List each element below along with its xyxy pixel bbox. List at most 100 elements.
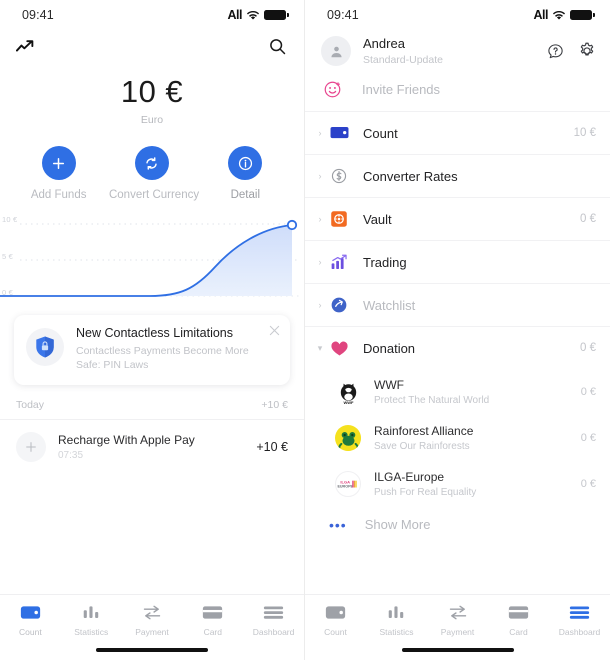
transactions-group-label: Today — [16, 399, 45, 412]
tab-dashboard[interactable]: Dashboard — [549, 603, 610, 637]
account-screen: 09:41 All 10 € Euro Add Funds Convert Cu… — [0, 0, 305, 660]
chart-endpoint-marker — [286, 219, 298, 231]
invite-friends-row[interactable]: Invite Friends — [305, 66, 610, 111]
avatar — [321, 36, 351, 66]
card-icon — [488, 603, 549, 621]
wallet-icon — [305, 603, 366, 621]
donation-name: WWF — [374, 378, 404, 392]
donation-name: ILGA-Europe — [374, 470, 445, 484]
close-icon[interactable] — [269, 325, 280, 336]
search-icon[interactable] — [269, 38, 286, 55]
menu-item-label: Vault — [363, 211, 392, 227]
list-item[interactable]: WWF WWF Protect The Natural World 0 € — [305, 369, 610, 415]
profile-name: Andrea — [363, 36, 405, 51]
info-icon — [228, 146, 263, 180]
tab-label: Statistics — [74, 627, 109, 637]
tab-label: Card — [509, 627, 528, 637]
chevron-right-icon: › — [318, 213, 322, 224]
promo-card-container: New Contactless Limitations Contactless … — [0, 307, 304, 386]
promo-card[interactable]: New Contactless Limitations Contactless … — [14, 315, 290, 386]
home-indicator — [401, 648, 514, 652]
table-row[interactable]: Recharge With Apple Pay 07:35 +10 € — [0, 420, 304, 474]
donation-desc: Save Our Rainforests — [374, 441, 470, 452]
menu-item-value: 0 € — [580, 213, 596, 225]
chart-ytick-5: 5 € — [2, 252, 14, 261]
menu-item-donation[interactable]: ▾ Donation 0 € — [305, 326, 610, 369]
tab-count[interactable]: Count — [0, 603, 61, 637]
promo-text: New Contactless Limitations Contactless … — [76, 326, 278, 372]
plus-icon — [16, 432, 46, 463]
menu-item-label: Watchlist — [363, 297, 416, 313]
home-indicator — [96, 648, 208, 652]
action-convert-currency[interactable]: Convert Currency — [109, 146, 199, 201]
dashboard-icon — [549, 603, 610, 621]
tab-dashboard[interactable]: Dashboard — [243, 603, 304, 637]
tab-label: Statistics — [379, 627, 414, 637]
bottom-tab-bar: Count Statistics Payment Card Dashboard — [0, 594, 304, 660]
donation-text: Rainforest Alliance Save Our Rainforests — [374, 424, 581, 452]
ilga-europe-icon: ILGA EUROPE — [335, 471, 361, 497]
action-add-funds[interactable]: Add Funds — [16, 146, 102, 201]
chevron-down-icon: ▾ — [317, 342, 323, 353]
menu-item-converter-rates[interactable]: › Converter Rates — [305, 154, 610, 197]
chevron-right-icon: › — [318, 299, 322, 310]
card-icon — [182, 603, 243, 621]
menu-item-value: 0 € — [580, 342, 596, 354]
bottom-tab-bar: Count Statistics Payment Card Dashboard — [305, 594, 610, 660]
tab-payment[interactable]: Payment — [122, 603, 183, 637]
profile-header[interactable]: Andrea Standard-Update — [305, 30, 610, 66]
transaction-amount: +10 € — [256, 440, 288, 455]
trending-up-icon[interactable] — [16, 39, 36, 53]
balance-currency-label: Euro — [140, 114, 164, 126]
tab-statistics[interactable]: Statistics — [366, 603, 427, 637]
menu-item-vault[interactable]: › Vault 0 € — [305, 197, 610, 240]
shield-icon — [26, 328, 64, 366]
tab-card[interactable]: Card — [182, 603, 243, 637]
svg-text:WWF: WWF — [343, 400, 354, 405]
menu-item-watchlist[interactable]: › Watchlist — [305, 283, 610, 326]
transfer-icon — [122, 603, 183, 621]
chevron-right-icon: › — [318, 127, 322, 138]
tab-payment[interactable]: Payment — [427, 603, 488, 637]
transactions-group-total: +10 € — [261, 399, 288, 412]
gear-icon[interactable] — [578, 42, 596, 60]
menu-item-value: 10 € — [573, 127, 596, 139]
ellipsis-icon: ••• — [329, 516, 347, 533]
dual-screen-container: 09:41 All 10 € Euro Add Funds Convert Cu… — [0, 0, 610, 660]
help-circle-icon[interactable] — [547, 43, 564, 60]
transfer-icon — [427, 603, 488, 621]
donation-desc: Protect The Natural World — [374, 395, 490, 406]
balance-amount: 10 € — [120, 74, 184, 109]
tab-label: Count — [324, 627, 347, 637]
signal-icon: All — [533, 8, 549, 22]
chart-svg — [0, 219, 300, 297]
tab-statistics[interactable]: Statistics — [61, 603, 122, 637]
status-time: 09:41 — [22, 8, 54, 22]
show-more-row[interactable]: ••• Show More — [305, 507, 610, 542]
signal-icon: All — [227, 8, 243, 22]
promo-title: New Contactless Limitations — [76, 326, 234, 340]
tab-label: Count — [19, 627, 42, 637]
battery-icon — [570, 10, 595, 20]
menu-item-label: Count — [363, 125, 398, 141]
menu-item-label: Trading — [363, 254, 407, 270]
vault-icon — [329, 209, 349, 229]
rainforest-frog-icon — [335, 425, 361, 451]
donation-value: 0 € — [580, 432, 596, 444]
menu-item-trading[interactable]: › Trading — [305, 240, 610, 283]
list-item[interactable]: Rainforest Alliance Save Our Rainforests… — [305, 415, 610, 461]
refresh-icon — [134, 146, 169, 180]
svg-text:EUROPE: EUROPE — [337, 484, 353, 488]
status-time: 09:41 — [327, 8, 359, 22]
action-detail[interactable]: Detail — [202, 146, 288, 201]
wallet-icon — [329, 123, 349, 143]
quick-actions: Add Funds Convert Currency Detail — [0, 146, 304, 201]
balance-chart[interactable]: 10 € 5 € 0 € — [0, 215, 304, 307]
tab-card[interactable]: Card — [488, 603, 549, 637]
menu-item-count[interactable]: › Count 10 € — [305, 111, 610, 154]
list-item[interactable]: ILGA EUROPE ILGA-Europe Push For Real Eq… — [305, 461, 610, 507]
wifi-icon — [246, 10, 260, 20]
heart-icon — [329, 338, 349, 358]
tab-count[interactable]: Count — [305, 603, 366, 637]
invite-friends-label: Invite Friends — [362, 82, 441, 97]
